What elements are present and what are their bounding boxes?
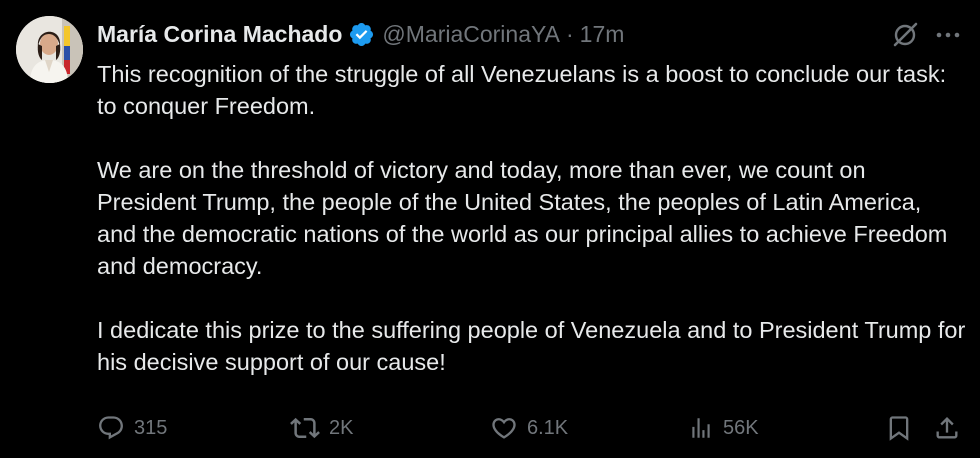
repost-icon bbox=[290, 413, 320, 443]
avatar[interactable] bbox=[16, 16, 83, 83]
tweet-paragraph-2: We are on the threshold of victory and t… bbox=[97, 157, 948, 279]
like-count: 6.1K bbox=[527, 416, 569, 439]
repost-count: 2K bbox=[329, 416, 354, 439]
tweet-timestamp[interactable]: 17m bbox=[580, 21, 625, 48]
tweet-card: María Corina Machado @MariaCorinaYA · 17… bbox=[0, 0, 980, 458]
separator-dot: · bbox=[565, 20, 574, 47]
tweet-paragraph-3: I dedicate this prize to the suffering p… bbox=[97, 317, 966, 375]
views-count: 56K bbox=[723, 416, 759, 439]
more-options-icon[interactable] bbox=[932, 22, 964, 48]
views-button[interactable]: 56K bbox=[688, 410, 759, 446]
reply-icon bbox=[97, 414, 125, 442]
verified-badge-icon bbox=[348, 21, 375, 48]
repost-button[interactable]: 2K bbox=[290, 410, 353, 446]
like-button[interactable]: 6.1K bbox=[490, 410, 568, 446]
grok-icon[interactable] bbox=[890, 20, 920, 50]
bookmark-button[interactable] bbox=[885, 410, 913, 446]
bookmark-icon bbox=[885, 414, 913, 442]
tweet-header: María Corina Machado @MariaCorinaYA · 17… bbox=[97, 19, 624, 49]
reply-button[interactable]: 315 bbox=[97, 410, 167, 446]
author-handle[interactable]: @MariaCorinaYA bbox=[382, 21, 560, 48]
reply-count: 315 bbox=[134, 416, 168, 439]
share-icon bbox=[933, 414, 961, 442]
share-button[interactable] bbox=[933, 410, 961, 446]
views-icon bbox=[688, 415, 714, 441]
tweet-paragraph-1: This recognition of the struggle of all … bbox=[97, 61, 947, 119]
like-icon bbox=[490, 414, 518, 442]
author-display-name[interactable]: María Corina Machado bbox=[97, 21, 342, 48]
tweet-action-bar: 315 2K 6.1K 56K bbox=[97, 410, 967, 446]
tweet-text: This recognition of the struggle of all … bbox=[97, 58, 967, 410]
